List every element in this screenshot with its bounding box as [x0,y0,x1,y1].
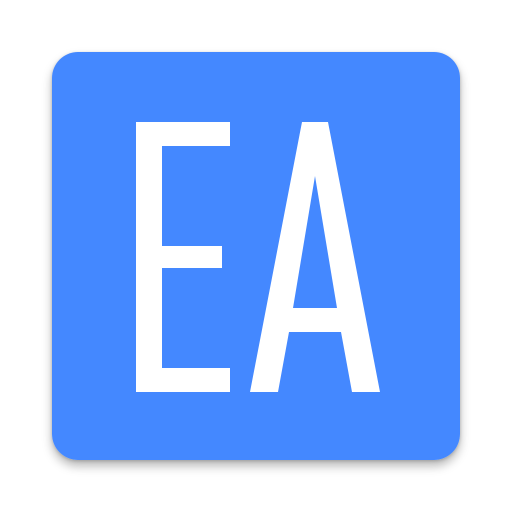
page-canvas: EA [0,0,512,512]
app-icon-graphic [52,52,460,460]
icon-background [52,52,460,460]
app-icon[interactable]: EA [52,52,460,460]
